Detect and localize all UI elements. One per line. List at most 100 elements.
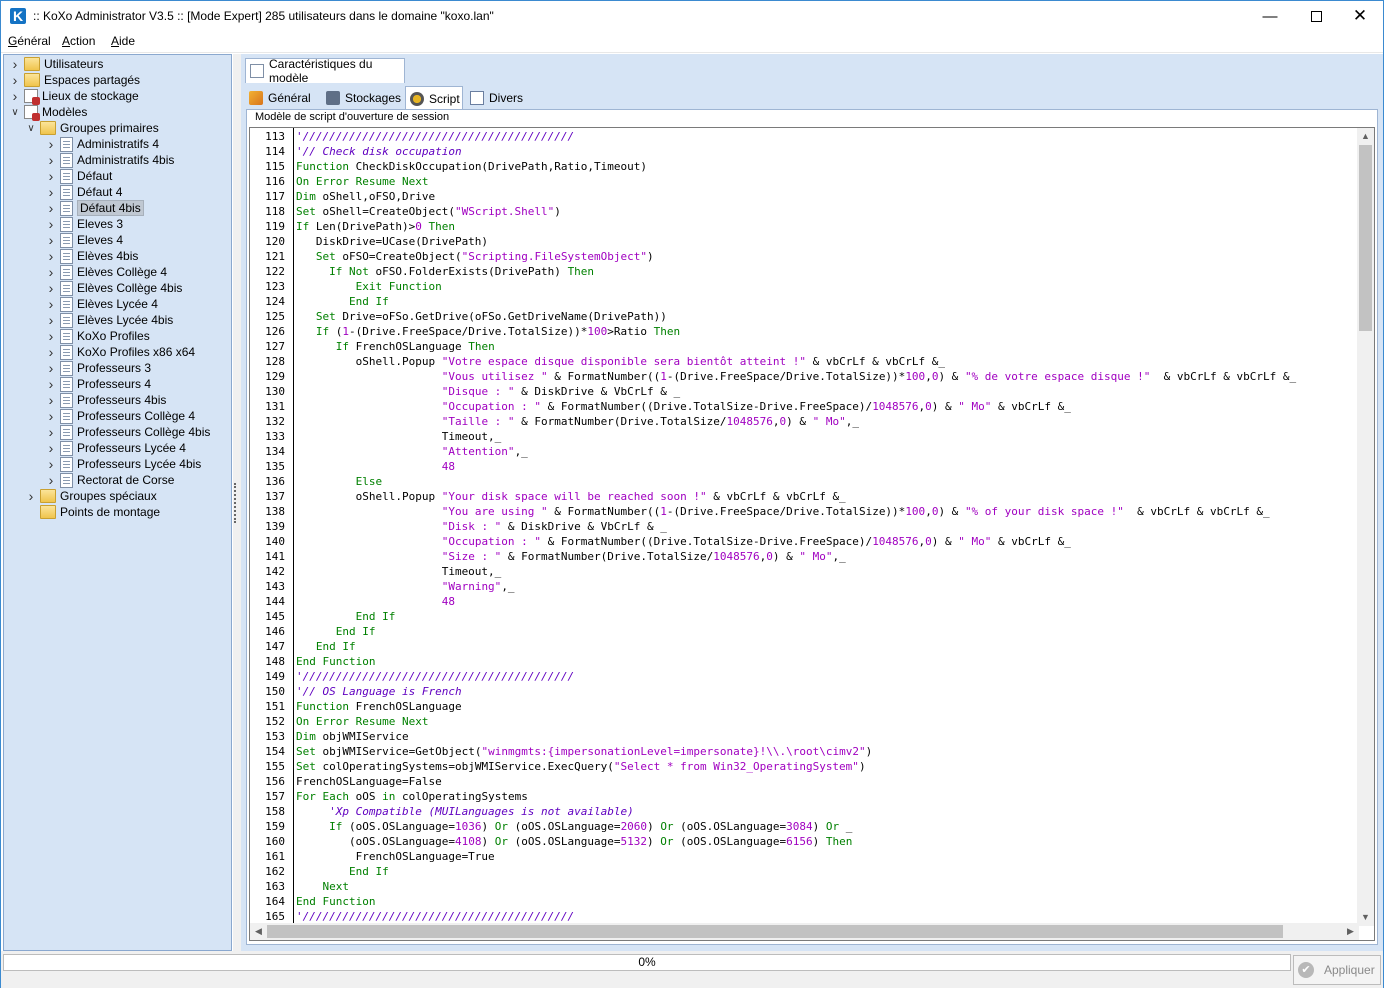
code-line[interactable]: End If (296, 609, 396, 624)
code-line[interactable]: End If (296, 639, 356, 654)
code-line[interactable]: 48 (296, 459, 455, 474)
tree-item[interactable]: › Administratifs 4 (46, 136, 159, 152)
chevron-right-icon[interactable]: › (46, 376, 56, 392)
tree-item[interactable]: › Défaut 4bis (46, 200, 144, 216)
code-line[interactable]: "Attention",_ (296, 444, 528, 459)
tree-item[interactable]: › Elèves Lycée 4bis (46, 312, 174, 328)
tree-item[interactable]: › Professeurs 3 (46, 360, 151, 376)
code-line[interactable]: "Disk : " & DiskDrive & VbCrLf & _ (296, 519, 667, 534)
chevron-right-icon[interactable]: › (46, 392, 56, 408)
vertical-scroll-thumb[interactable] (1359, 145, 1372, 331)
code-line[interactable]: End Function (296, 654, 375, 669)
tree-item[interactable]: › Elèves 4bis (46, 248, 139, 264)
code-line[interactable]: oShell.Popup "Your disk space will be re… (296, 489, 846, 504)
code-line[interactable]: DiskDrive=UCase(DrivePath) (296, 234, 488, 249)
chevron-right-icon[interactable]: › (26, 488, 36, 504)
code-line[interactable]: "Warning",_ (296, 579, 515, 594)
chevron-right-icon[interactable]: › (46, 184, 56, 200)
minimize-button[interactable]: — (1247, 1, 1293, 31)
koxo-app-icon[interactable]: K (10, 8, 26, 24)
chevron-right-icon[interactable]: › (10, 72, 20, 88)
tree-item[interactable]: › Rectorat de Corse (46, 472, 175, 488)
tree-item[interactable]: › Lieux de stockage (10, 88, 139, 105)
tree-item[interactable]: › Professeurs 4 (46, 376, 151, 392)
chevron-right-icon[interactable]: › (46, 216, 56, 232)
code-line[interactable]: For Each oOS in colOperatingSystems (296, 789, 528, 804)
code-line[interactable]: End If (296, 294, 389, 309)
tree-item[interactable]: ∨ Groupes primaires (26, 120, 159, 136)
tree-item[interactable]: › Elèves Collège 4 (46, 264, 167, 280)
scroll-down-icon[interactable]: ▼ (1357, 909, 1374, 926)
code-area[interactable]: '///////////////////////////////////////… (296, 128, 1360, 926)
tree-item[interactable]: › Administratifs 4bis (46, 152, 175, 168)
apply-button[interactable]: ✔ Appliquer (1293, 955, 1381, 985)
chevron-right-icon[interactable]: › (46, 152, 56, 168)
chevron-right-icon[interactable]: › (46, 280, 56, 296)
horizontal-scroll-thumb[interactable] (267, 925, 1283, 938)
tree-item[interactable]: › Elèves Lycée 4 (46, 296, 158, 312)
navigation-tree[interactable]: › Utilisateurs › Espaces partagés › Lieux de … (3, 54, 232, 951)
code-line[interactable]: End If (296, 624, 376, 639)
vertical-scrollbar[interactable]: ▲ ▼ (1357, 128, 1374, 926)
code-line[interactable]: '///////////////////////////////////////… (296, 669, 574, 684)
code-line[interactable]: Set objWMIService=GetObject("winmgmts:{i… (296, 744, 872, 759)
code-line[interactable]: "Disque : " & DiskDrive & VbCrLf & _ (296, 384, 680, 399)
tree-item[interactable]: › Défaut (46, 168, 113, 184)
scroll-left-icon[interactable]: ◀ (250, 923, 267, 940)
chevron-right-icon[interactable]: › (46, 296, 56, 312)
tree-item[interactable]: › Professeurs 4bis (46, 392, 167, 408)
code-line[interactable]: FrenchOSLanguage=True (296, 849, 495, 864)
tab-caracteristiques-modele[interactable]: Caractéristiques du modèle (245, 57, 405, 85)
tree-item[interactable]: › Elèves Collège 4bis (46, 280, 183, 296)
chevron-right-icon[interactable]: › (46, 312, 56, 328)
chevron-right-icon[interactable]: › (46, 264, 56, 280)
code-line[interactable]: Dim objWMIService (296, 729, 409, 744)
code-line[interactable]: "Occupation : " & FormatNumber((Drive.To… (296, 399, 1071, 414)
tree-item[interactable]: › Eleves 3 (46, 216, 123, 232)
code-line[interactable]: FrenchOSLanguage=False (296, 774, 442, 789)
tree-item[interactable]: ∨ Modèles (10, 104, 87, 121)
chevron-right-icon[interactable]: › (46, 360, 56, 376)
horizontal-scrollbar[interactable]: ◀ ▶ (250, 923, 1359, 940)
code-line[interactable]: "Occupation : " & FormatNumber((Drive.To… (296, 534, 1071, 549)
code-line[interactable]: Else (296, 474, 383, 489)
tree-item[interactable]: › Défaut 4 (46, 184, 123, 200)
tab-script[interactable]: Script (405, 86, 463, 110)
code-line[interactable]: If Len(DrivePath)>0 Then (296, 219, 455, 234)
chevron-right-icon[interactable]: › (46, 328, 56, 344)
chevron-right-icon[interactable]: › (10, 88, 20, 104)
close-button[interactable]: ✕ (1337, 1, 1383, 31)
tree-item[interactable]: › KoXo Profiles (46, 328, 150, 344)
code-line[interactable]: oShell.Popup "Votre espace disque dispon… (296, 354, 945, 369)
chevron-right-icon[interactable]: › (46, 344, 56, 360)
tab-stockages[interactable]: Stockages (322, 87, 403, 109)
tree-item[interactable]: › Groupes spéciaux (26, 488, 157, 504)
code-line[interactable]: On Error Resume Next (296, 174, 429, 189)
tree-item[interactable]: › Eleves 4 (46, 232, 123, 248)
code-line[interactable]: If (1-(Drive.FreeSpace/Drive.TotalSize))… (296, 324, 680, 339)
code-line[interactable]: Set oShell=CreateObject("WScript.Shell") (296, 204, 561, 219)
code-line[interactable]: '// OS Language is French (296, 684, 462, 699)
code-line[interactable]: If (oOS.OSLanguage=1036) Or (oOS.OSLangu… (296, 819, 852, 834)
chevron-right-icon[interactable]: › (46, 200, 56, 216)
chevron-right-icon[interactable]: › (10, 56, 20, 72)
scroll-up-icon[interactable]: ▲ (1357, 128, 1374, 145)
tree-item[interactable]: › Professeurs Collège 4 (46, 408, 195, 424)
chevron-right-icon[interactable]: › (46, 408, 56, 424)
code-line[interactable]: (oOS.OSLanguage=4108) Or (oOS.OSLanguage… (296, 834, 852, 849)
code-line[interactable]: Set Drive=oFSo.GetDrive(oFSo.GetDriveNam… (296, 309, 667, 324)
tree-item[interactable]: › Professeurs Lycée 4 (46, 440, 186, 456)
code-line[interactable]: '///////////////////////////////////////… (296, 129, 574, 144)
chevron-right-icon[interactable]: › (46, 440, 56, 456)
code-line[interactable]: 48 (296, 594, 455, 609)
tree-item[interactable]: Points de montage (26, 504, 160, 520)
code-line[interactable]: Exit Function (296, 279, 442, 294)
chevron-right-icon[interactable]: › (46, 456, 56, 472)
chevron-down-icon[interactable]: ∨ (10, 104, 20, 120)
code-line[interactable]: Set oFSO=CreateObject("Scripting.FileSys… (296, 249, 654, 264)
code-line[interactable]: '///////////////////////////////////////… (296, 909, 574, 924)
chevron-down-icon[interactable]: ∨ (26, 120, 36, 136)
chevron-right-icon[interactable]: › (46, 136, 56, 152)
code-line[interactable]: "You are using " & FormatNumber((1-(Driv… (296, 504, 1270, 519)
chevron-right-icon[interactable]: › (46, 232, 56, 248)
